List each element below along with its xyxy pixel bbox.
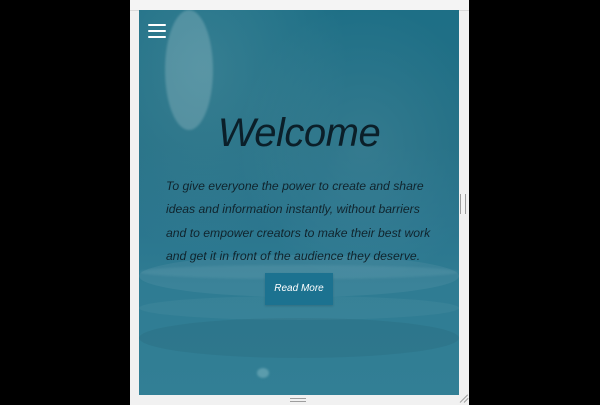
resize-grip-icon[interactable]: [459, 394, 469, 403]
hero-title: Welcome: [217, 111, 381, 155]
drag-handle-line: [290, 401, 306, 402]
read-more-button[interactable]: Read More: [265, 273, 333, 305]
mobile-viewport: Welcome To give everyone the power to cr…: [139, 10, 459, 395]
side-scroll-handle[interactable]: [460, 194, 466, 214]
drag-handle-line: [290, 398, 306, 399]
drag-handle-icon[interactable]: [290, 398, 306, 403]
hamburger-bar: [148, 24, 166, 26]
ocean-foam: [257, 368, 269, 378]
hamburger-bar: [148, 30, 166, 32]
hero-description: To give everyone the power to create and…: [166, 179, 431, 263]
ocean-wave-overlay: [139, 318, 459, 358]
mobile-preview-frame: Welcome To give everyone the power to cr…: [130, 0, 469, 405]
hamburger-bar: [148, 36, 166, 38]
hamburger-icon[interactable]: [148, 23, 166, 39]
